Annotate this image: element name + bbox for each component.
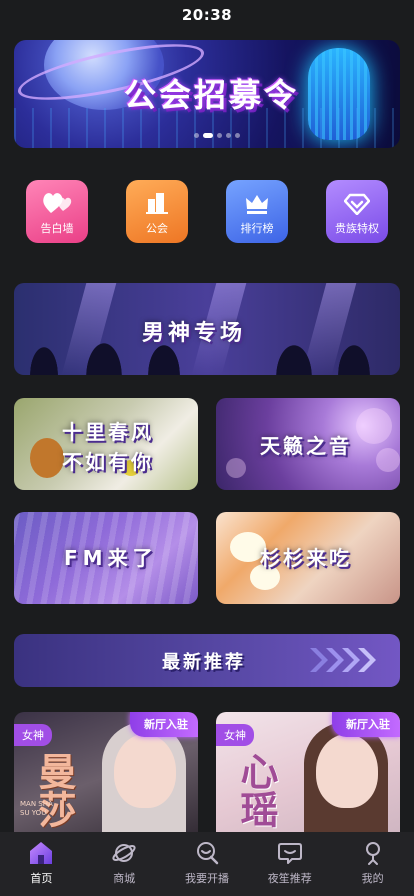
recommend-title: 最新推荐: [162, 652, 246, 673]
quick-label: 排行榜: [240, 222, 274, 235]
male-god-hall-card[interactable]: 男神专场: [14, 283, 400, 375]
banner-pagination: [194, 133, 240, 138]
tab-label: 我的: [361, 872, 384, 885]
room-card[interactable]: 心瑶 女神 新厅入驻: [216, 712, 400, 842]
crown-icon: [246, 195, 268, 214]
room-subtitle-text: MAN SHA SU YOU: [20, 800, 53, 817]
card-title: 天籁之音: [260, 434, 352, 458]
card-title: 杉杉来吃: [260, 546, 352, 570]
card-title: 男神专场: [142, 321, 247, 346]
goddess-tag: 女神: [14, 724, 52, 746]
quick-label: 公会: [146, 222, 168, 235]
noble-privileges-button[interactable]: 贵族特权: [326, 180, 388, 243]
portrait-face: [114, 734, 176, 808]
spring-breeze-card[interactable]: 十里春风 不如有你: [14, 398, 198, 490]
room-name: 心瑶: [234, 752, 278, 828]
pagination-dot-active: [203, 133, 213, 138]
quick-menu: 告白墙 公会 排行榜 贵族特权: [14, 180, 400, 243]
pagination-dot: [226, 133, 231, 138]
profile-icon: [365, 842, 380, 865]
banner-title: 公会招募令: [124, 76, 300, 114]
tab-profile[interactable]: 我的: [333, 840, 413, 886]
latest-recommend-banner[interactable]: 最新推荐: [14, 634, 400, 687]
portrait-face: [316, 734, 378, 808]
chevrons-right-icon: [306, 644, 376, 676]
bokeh-decoration: [376, 448, 400, 472]
status-bar: 20:38: [0, 0, 414, 30]
eat-card[interactable]: 杉杉来吃: [216, 512, 400, 604]
pagination-dot: [235, 133, 240, 138]
tab-label: 商城: [113, 872, 136, 885]
bokeh-decoration: [226, 458, 246, 478]
broadcast-icon: [196, 842, 219, 865]
pagination-dot: [217, 133, 222, 138]
new-room-badge: 新厅入驻: [332, 712, 400, 737]
hearts-icon: [43, 193, 72, 213]
new-room-badge: 新厅入驻: [130, 712, 198, 737]
fm-card[interactable]: FM来了: [14, 512, 198, 604]
tab-go-live[interactable]: 我要开播: [167, 840, 247, 886]
goddess-tag: 女神: [216, 724, 254, 746]
pagination-dot: [194, 133, 199, 138]
tab-mall[interactable]: 商城: [84, 840, 164, 886]
planet-icon: [112, 844, 136, 862]
heavenly-voice-card[interactable]: 天籁之音: [216, 398, 400, 490]
quick-label: 告白墙: [40, 222, 74, 235]
home-screen: 20:38 公会招募令 告白墙 公会 排行榜 贵族特权 男神专场 十里春风 不如…: [0, 0, 414, 896]
guild-recruit-banner[interactable]: 公会招募令: [14, 40, 400, 148]
tab-night-recommend[interactable]: 夜笙推荐: [250, 840, 330, 886]
quick-label: 贵族特权: [335, 222, 379, 235]
tab-label: 首页: [30, 872, 53, 885]
status-time: 20:38: [181, 6, 233, 24]
home-icon: [30, 842, 53, 864]
confession-wall-button[interactable]: 告白墙: [26, 180, 88, 243]
card-title: FM来了: [64, 546, 158, 570]
bottom-tab-bar: 首页 商城 我要开播 夜笙推荐 我的: [0, 832, 414, 896]
guild-button[interactable]: 公会: [126, 180, 188, 243]
diamond-icon: [344, 193, 370, 215]
building-icon: [146, 193, 168, 214]
card-title-line1: 十里春风: [62, 420, 154, 444]
tab-label: 我要开播: [184, 872, 229, 885]
guitar-decoration: [30, 438, 64, 478]
room-card[interactable]: 曼莎 MAN SHA SU YOU 女神 新厅入驻: [14, 712, 198, 842]
bokeh-decoration: [356, 408, 392, 444]
chat-icon: [277, 843, 302, 864]
tab-label: 夜笙推荐: [267, 872, 312, 885]
tab-home[interactable]: 首页: [1, 840, 81, 886]
room-subtitle: MAN SHA SU YOU: [20, 800, 53, 818]
card-title-line2: 不如有你: [62, 450, 154, 474]
leaderboard-button[interactable]: 排行榜: [226, 180, 288, 243]
